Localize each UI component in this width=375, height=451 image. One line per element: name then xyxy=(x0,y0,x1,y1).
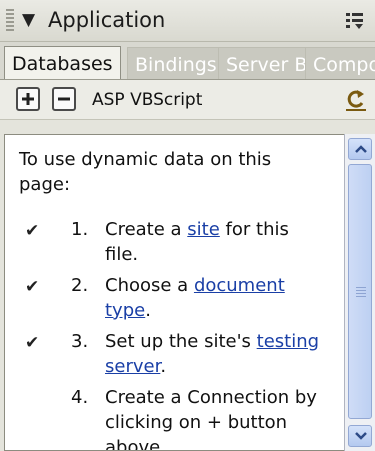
tab-bar: Databases Bindings Server B Compone xyxy=(0,42,375,80)
scroll-down-button[interactable] xyxy=(348,425,372,447)
step-text-after: . xyxy=(145,300,151,321)
step-number: 3. xyxy=(71,331,89,352)
panel-title[interactable]: Application xyxy=(48,8,165,32)
instructions-box: To use dynamic data on this page: ✔ 1. C… xyxy=(4,134,344,451)
vertical-scrollbar[interactable] xyxy=(344,134,375,451)
checkmark-icon: ✔ xyxy=(25,333,40,353)
add-connection-button[interactable] xyxy=(16,87,40,111)
step-text-before: Create a xyxy=(105,219,188,240)
panel-options-icon[interactable] xyxy=(345,10,365,30)
minus-icon xyxy=(58,97,70,101)
tab-server-behaviors[interactable]: Server B xyxy=(218,47,316,79)
toolbar: ASP VBScript xyxy=(0,80,375,120)
checkmark-icon: ✔ xyxy=(25,277,40,297)
instructions-intro: To use dynamic data on this page: xyxy=(19,149,272,195)
refresh-icon[interactable] xyxy=(345,88,367,112)
step-text: Set up the site's testing server. xyxy=(105,329,325,379)
step-text: Create a Connection by clicking on + but… xyxy=(105,387,317,451)
panel-grip-handle[interactable] xyxy=(6,9,14,33)
chevron-down-icon xyxy=(355,432,367,440)
checkmark-icon: ✔ xyxy=(25,221,40,241)
scroll-thumb[interactable] xyxy=(348,164,372,419)
step-text-before: Choose a xyxy=(105,275,194,296)
document-type-label: ASP VBScript xyxy=(92,90,203,110)
thumb-grip-icon xyxy=(356,287,366,297)
step-number: 4. xyxy=(71,387,89,408)
chevron-up-icon xyxy=(355,145,367,153)
tab-components[interactable]: Compone xyxy=(305,47,375,79)
panel-header: ▼ Application xyxy=(0,0,375,42)
site-link[interactable]: site xyxy=(187,219,220,240)
step-number: 2. xyxy=(71,275,89,296)
step-text-before: Set up the site's xyxy=(105,331,257,352)
tab-databases[interactable]: Databases xyxy=(4,46,121,79)
tab-bindings[interactable]: Bindings xyxy=(127,47,225,79)
step-number: 1. xyxy=(71,219,89,240)
plus-icon xyxy=(22,93,34,105)
collapse-arrow-icon[interactable]: ▼ xyxy=(22,10,35,30)
panel-content: To use dynamic data on this page: ✔ 1. C… xyxy=(0,120,375,451)
step-text-after: . xyxy=(160,356,167,377)
step-text: Create a site for this file. xyxy=(105,217,325,267)
step-text: Choose a document type. xyxy=(105,273,325,323)
scroll-up-button[interactable] xyxy=(348,138,372,160)
remove-connection-button[interactable] xyxy=(52,87,76,111)
